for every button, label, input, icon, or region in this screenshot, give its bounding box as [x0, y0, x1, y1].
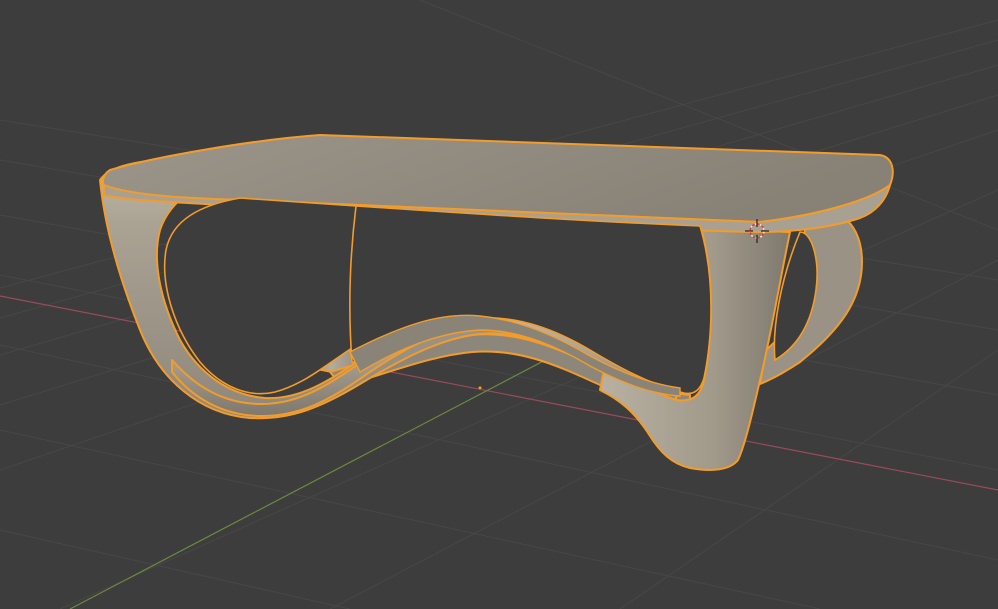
3d-viewport[interactable]: [0, 0, 998, 609]
viewport-canvas[interactable]: [0, 0, 998, 609]
object-origin-icon: [477, 385, 483, 391]
